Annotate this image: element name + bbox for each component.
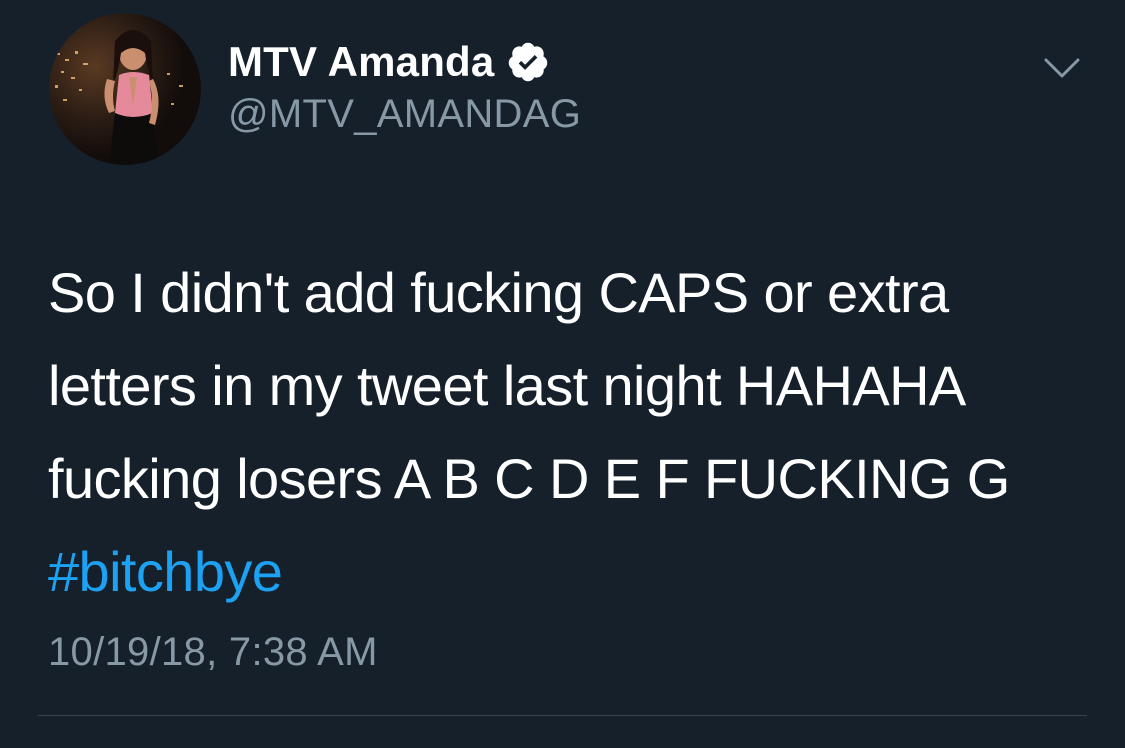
verified-badge-icon [506, 40, 550, 84]
tweet-text: So I didn't add fucking CAPS or extra le… [48, 246, 1108, 618]
display-name[interactable]: MTV Amanda [228, 38, 494, 86]
chevron-down-icon[interactable] [1040, 46, 1084, 90]
tweet-text-line: letters in my tweet last night HAHAHA [48, 354, 966, 417]
user-handle[interactable]: @MTV_AMANDAG [228, 92, 581, 137]
divider [38, 715, 1087, 716]
avatar[interactable] [49, 13, 201, 165]
display-name-row[interactable]: MTV Amanda [228, 36, 550, 88]
tweet-timestamp[interactable]: 10/19/18, 7:38 AM [48, 630, 378, 675]
avatar-image [49, 13, 201, 165]
tweet-text-line: So I didn't add fucking CAPS or extra [48, 261, 949, 324]
tweet-card: MTV Amanda @MTV_AMANDAG So I didn't add … [0, 0, 1125, 748]
tweet-text-line: fucking losers A B C D E F FUCKING G [48, 447, 1010, 510]
hashtag-link[interactable]: #bitchbye [48, 525, 1108, 618]
